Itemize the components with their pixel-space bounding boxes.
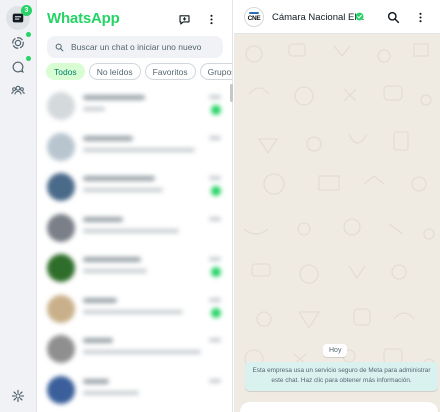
chat-last-message bbox=[83, 269, 147, 273]
chat-name bbox=[83, 135, 133, 141]
search-bar[interactable] bbox=[47, 36, 223, 58]
chat-last-message bbox=[83, 350, 201, 354]
search-icon bbox=[387, 11, 399, 23]
unread-count-badge bbox=[211, 105, 221, 115]
chat-name bbox=[83, 338, 113, 343]
chat-timestamp bbox=[209, 338, 221, 342]
conversation-title[interactable]: Cámara Nacional El... bbox=[272, 12, 364, 23]
chat-list-item[interactable] bbox=[37, 248, 232, 289]
avatar bbox=[47, 213, 75, 242]
notice-line-2: este chat. Haz clic para obtener más inf… bbox=[271, 377, 412, 384]
chat-list-panel: WhatsApp Todos No leídos Favoritos Grupo… bbox=[37, 0, 233, 412]
avatar bbox=[47, 132, 75, 161]
menu-button[interactable] bbox=[202, 10, 220, 28]
avatar bbox=[47, 335, 75, 363]
unread-count-badge bbox=[211, 186, 221, 196]
chat-timestamp bbox=[209, 135, 221, 140]
gear-icon bbox=[11, 389, 25, 403]
unread-count-badge bbox=[211, 267, 221, 277]
chat-list-item[interactable] bbox=[37, 329, 232, 370]
filter-chip-grupos[interactable]: Grupos bbox=[199, 63, 232, 80]
verified-check-icon bbox=[355, 12, 364, 21]
chat-list-item[interactable] bbox=[37, 167, 232, 208]
chat-list-item[interactable] bbox=[37, 370, 232, 411]
avatar bbox=[47, 294, 75, 323]
chat-timestamp bbox=[209, 257, 221, 261]
chat-timestamp bbox=[209, 297, 221, 302]
chat-name bbox=[83, 378, 109, 384]
avatar bbox=[47, 254, 75, 282]
conversation-pane: CNE Cámara Nacional El... Hoy Esta empre… bbox=[234, 0, 440, 412]
chat-timestamp bbox=[209, 216, 221, 221]
chat-list-scrollbar[interactable] bbox=[230, 84, 233, 102]
business-encryption-notice[interactable]: Esta empresa usa un servicio seguro de M… bbox=[245, 362, 438, 391]
chat-last-message bbox=[83, 188, 163, 192]
chat-list bbox=[37, 86, 232, 412]
conversation-menu-button[interactable] bbox=[411, 8, 429, 26]
chat-last-message bbox=[83, 309, 183, 314]
filter-chip-no-leidos[interactable]: No leídos bbox=[88, 63, 141, 80]
conversation-header[interactable]: CNE Cámara Nacional El... bbox=[234, 0, 440, 34]
chat-list-item[interactable] bbox=[37, 86, 232, 127]
avatar bbox=[47, 173, 75, 201]
notice-line-1: Esta empresa usa un servicio seguro de M… bbox=[252, 367, 431, 374]
chat-last-message bbox=[83, 228, 179, 233]
filter-chip-todos[interactable]: Todos bbox=[46, 63, 85, 80]
communities-nav-button[interactable] bbox=[6, 78, 30, 102]
chat-timestamp bbox=[209, 176, 221, 180]
filter-chip-favoritos[interactable]: Favoritos bbox=[144, 63, 196, 80]
chat-list-item[interactable] bbox=[37, 289, 232, 330]
chat-timestamp bbox=[209, 378, 221, 383]
communities-icon bbox=[11, 85, 25, 95]
avatar bbox=[47, 92, 75, 120]
chat-list-item[interactable] bbox=[37, 127, 232, 168]
avatar bbox=[47, 375, 75, 404]
chat-timestamp bbox=[209, 95, 221, 99]
chat-last-message bbox=[83, 107, 105, 111]
unread-chats-badge: 3 bbox=[21, 5, 32, 16]
search-input[interactable] bbox=[71, 42, 221, 52]
chat-last-message bbox=[83, 147, 195, 152]
settings-nav-button[interactable] bbox=[6, 384, 30, 408]
app-title: WhatsApp bbox=[47, 10, 120, 27]
new-chat-icon bbox=[178, 14, 190, 25]
chat-name bbox=[83, 297, 117, 303]
navigation-rail: 3 bbox=[0, 0, 37, 412]
vertical-dots-icon bbox=[209, 14, 213, 24]
chat-name bbox=[83, 95, 145, 100]
vertical-dots-icon bbox=[418, 12, 422, 22]
business-logo-text: CNE bbox=[247, 15, 261, 22]
chat-name bbox=[83, 176, 155, 181]
chat-list-item[interactable] bbox=[37, 208, 232, 249]
channels-update-dot bbox=[26, 56, 31, 61]
chat-name bbox=[83, 216, 123, 222]
message-composer[interactable] bbox=[240, 402, 438, 412]
filter-chips: Todos No leídos Favoritos Grupos bbox=[46, 63, 232, 80]
chat-name bbox=[83, 257, 141, 262]
status-update-dot bbox=[26, 32, 31, 37]
search-icon bbox=[55, 43, 64, 51]
new-chat-button[interactable] bbox=[175, 10, 193, 28]
unread-count-badge bbox=[211, 307, 221, 318]
chat-last-message bbox=[83, 390, 139, 395]
status-icon bbox=[12, 37, 24, 49]
business-logo[interactable]: CNE bbox=[244, 7, 264, 27]
conversation-search-button[interactable] bbox=[384, 8, 402, 26]
channels-icon bbox=[12, 61, 24, 73]
date-separator: Hoy bbox=[323, 344, 348, 357]
